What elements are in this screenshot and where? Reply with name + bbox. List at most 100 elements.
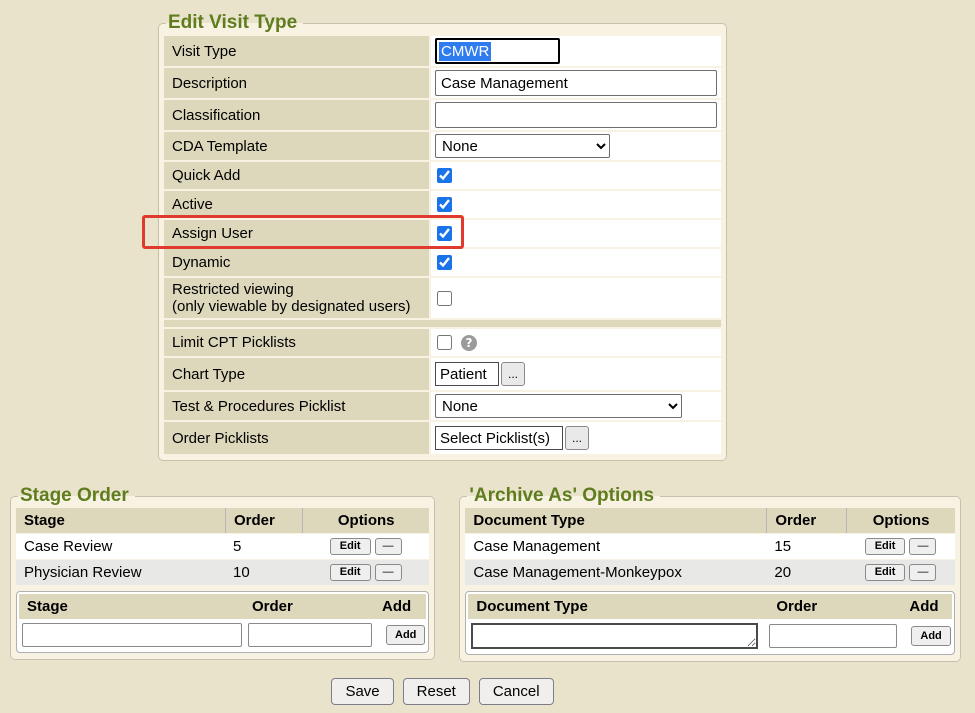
dynamic-row: Dynamic: [164, 249, 721, 276]
add-col-header: Add: [901, 594, 938, 619]
restricted-viewing-checkbox[interactable]: [437, 291, 452, 306]
assign-user-checkbox[interactable]: [437, 226, 452, 241]
edit-visit-type-legend: Edit Visit Type: [166, 12, 303, 34]
visit-type-label: Visit Type: [164, 36, 429, 66]
doc-type-add-col-header: Document Type: [468, 594, 768, 619]
assign-user-label: Assign User: [164, 220, 429, 247]
archive-as-legend: 'Archive As' Options: [467, 485, 660, 507]
chart-type-value[interactable]: Patient: [435, 362, 499, 386]
visit-type-row: Visit Type CMWR: [164, 36, 721, 66]
stage-order-legend: Stage Order: [18, 485, 135, 507]
options-col-header: Options: [846, 508, 954, 533]
stage-table-row: Physician Review 10 Edit —: [16, 560, 429, 585]
archive-add-header: Document Type Order Add: [468, 594, 951, 619]
visit-type-selected-text: CMWR: [439, 42, 491, 61]
help-icon[interactable]: ?: [461, 335, 477, 351]
test-procedures-label: Test & Procedures Picklist: [164, 392, 429, 420]
order-cell: 15: [766, 538, 846, 555]
stage-add-input[interactable]: [22, 623, 242, 647]
archive-add-button[interactable]: Add: [911, 626, 950, 646]
chart-type-browse-button[interactable]: ...: [501, 362, 525, 386]
archive-table-header: Document Type Order Options: [465, 508, 954, 533]
restricted-viewing-row: Restricted viewing (only viewable by des…: [164, 278, 721, 318]
edit-visit-type-section: Edit Visit Type Visit Type CMWR Descript…: [158, 12, 727, 461]
cda-template-label: CDA Template: [164, 132, 429, 160]
order-cell: 10: [225, 564, 302, 581]
active-label: Active: [164, 191, 429, 218]
archive-order-add-input[interactable]: [769, 624, 897, 648]
order-col-header: Order: [225, 508, 302, 533]
stage-cell: Case Review: [16, 538, 225, 555]
remove-button[interactable]: —: [375, 564, 402, 581]
stage-add-row: Add: [19, 619, 426, 650]
bottom-sections: Stage Order Stage Order Options Case Rev…: [10, 485, 975, 662]
doc-type-col-header: Document Type: [465, 508, 766, 533]
description-label: Description: [164, 68, 429, 98]
stage-col-header: Stage: [16, 508, 225, 533]
remove-button[interactable]: —: [909, 538, 936, 555]
classification-input[interactable]: [435, 102, 717, 128]
stage-add-col-header: Stage: [19, 594, 244, 619]
dynamic-checkbox[interactable]: [437, 255, 452, 270]
limit-cpt-checkbox[interactable]: [437, 335, 452, 350]
stage-add-button[interactable]: Add: [386, 625, 425, 645]
chart-type-label: Chart Type: [164, 358, 429, 390]
dynamic-label: Dynamic: [164, 249, 429, 276]
stage-add-box: Stage Order Add Add: [16, 591, 429, 653]
classification-label: Classification: [164, 100, 429, 130]
restricted-viewing-label-line1: Restricted viewing: [172, 281, 421, 298]
test-procedures-row: Test & Procedures Picklist None: [164, 392, 721, 420]
active-row: Active: [164, 191, 721, 218]
chart-type-row: Chart Type Patient ...: [164, 358, 721, 390]
options-col-header: Options: [302, 508, 429, 533]
doc-type-cell: Case Management-Monkeypox: [465, 564, 766, 581]
stage-cell: Physician Review: [16, 564, 225, 581]
stage-add-header: Stage Order Add: [19, 594, 426, 619]
add-col-header: Add: [374, 594, 411, 619]
description-row: Description: [164, 68, 721, 98]
doc-type-add-textarea[interactable]: [471, 623, 758, 649]
archive-table-row: Case Management 15 Edit —: [465, 534, 954, 559]
form-spacer: [164, 320, 721, 327]
limit-cpt-row: Limit CPT Picklists ?: [164, 329, 721, 356]
cda-template-select[interactable]: None: [435, 134, 610, 158]
restricted-viewing-label: Restricted viewing (only viewable by des…: [164, 278, 429, 318]
test-procedures-select[interactable]: None: [435, 394, 682, 418]
order-picklists-browse-button[interactable]: ...: [565, 426, 589, 450]
quick-add-row: Quick Add: [164, 162, 721, 189]
stage-table-row: Case Review 5 Edit —: [16, 534, 429, 559]
remove-button[interactable]: —: [909, 564, 936, 581]
stage-table-header: Stage Order Options: [16, 508, 429, 533]
active-checkbox[interactable]: [437, 197, 452, 212]
assign-user-row: Assign User: [164, 220, 721, 247]
archive-as-section: 'Archive As' Options Document Type Order…: [459, 485, 960, 662]
order-cell: 20: [766, 564, 846, 581]
archive-table-row: Case Management-Monkeypox 20 Edit —: [465, 560, 954, 585]
order-picklists-value[interactable]: Select Picklist(s): [435, 426, 563, 450]
remove-button[interactable]: —: [375, 538, 402, 555]
order-col-header: Order: [766, 508, 846, 533]
edit-button[interactable]: Edit: [330, 538, 371, 555]
restricted-viewing-label-line2: (only viewable by designated users): [172, 298, 421, 315]
stage-order-add-input[interactable]: [248, 623, 372, 647]
order-picklists-label: Order Picklists: [164, 422, 429, 454]
edit-button[interactable]: Edit: [865, 564, 906, 581]
quick-add-label: Quick Add: [164, 162, 429, 189]
quick-add-checkbox[interactable]: [437, 168, 452, 183]
edit-button[interactable]: Edit: [865, 538, 906, 555]
visit-type-input[interactable]: CMWR: [435, 38, 560, 64]
archive-add-row: Add: [468, 619, 951, 652]
order-add-col-header: Order: [768, 594, 901, 619]
classification-row: Classification: [164, 100, 721, 130]
limit-cpt-label: Limit CPT Picklists: [164, 329, 429, 356]
stage-order-section: Stage Order Stage Order Options Case Rev…: [10, 485, 435, 660]
order-cell: 5: [225, 538, 302, 555]
archive-add-box: Document Type Order Add Add: [465, 591, 954, 655]
edit-visit-type-rows: Visit Type CMWR Description Classificati…: [164, 36, 721, 454]
order-picklists-row: Order Picklists Select Picklist(s) ...: [164, 422, 721, 454]
description-input[interactable]: [435, 70, 717, 96]
order-add-col-header: Order: [244, 594, 374, 619]
edit-button[interactable]: Edit: [330, 564, 371, 581]
cda-template-row: CDA Template None: [164, 132, 721, 160]
doc-type-cell: Case Management: [465, 538, 766, 555]
